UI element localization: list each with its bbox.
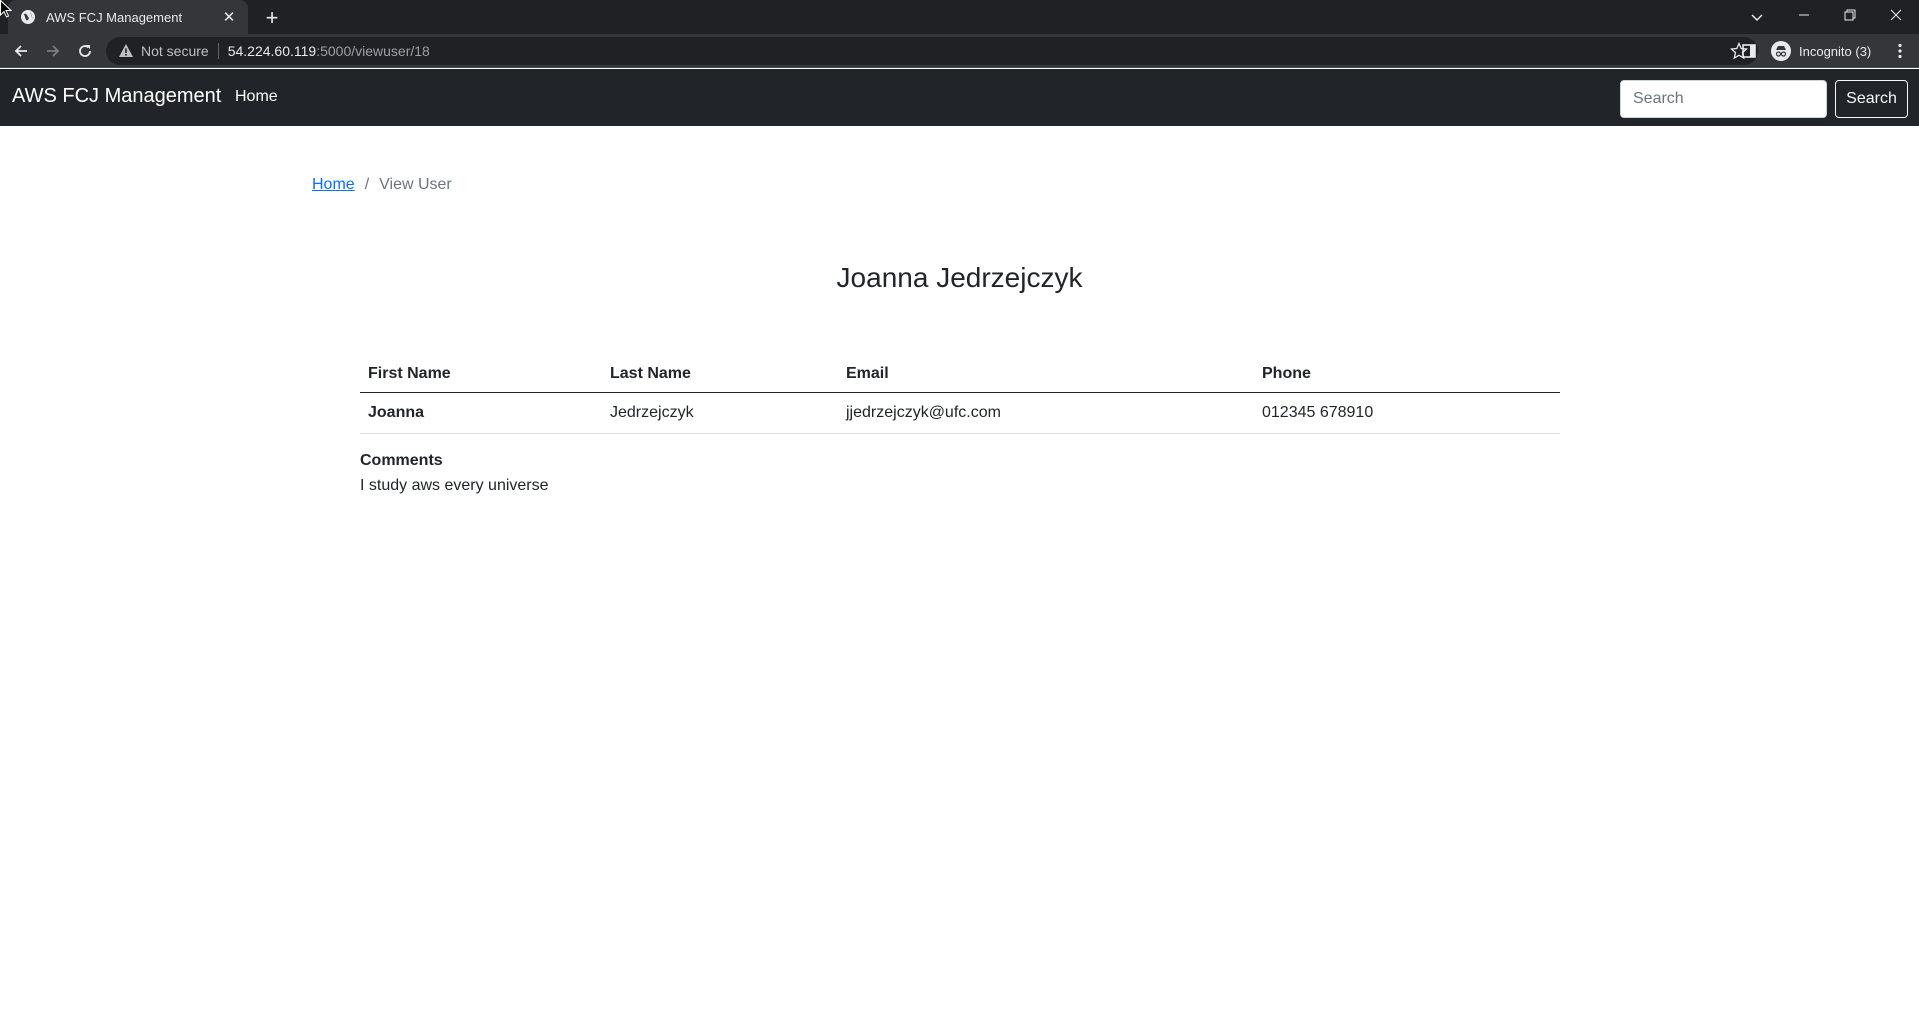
cell-phone: 012345 678910 [1254,392,1560,434]
browser-tab[interactable]: AWS FCJ Management ✕ [8,0,248,34]
browser-tab-strip: AWS FCJ Management ✕ + [0,0,1919,34]
browser-menu-icon[interactable] [1888,39,1912,63]
incognito-icon [1771,41,1791,61]
tab-title: AWS FCJ Management [46,9,183,25]
security-label[interactable]: Not secure [141,43,209,59]
profile-label: Incognito (3) [1799,43,1872,59]
window-controls [1781,0,1919,34]
comments-label: Comments [360,452,443,469]
comments-text: I study aws every universe [360,477,549,494]
new-tab-icon[interactable]: + [260,5,284,30]
cell-email: jjedrzejczyk@ufc.com [838,392,1254,434]
close-window-icon[interactable] [1873,0,1919,30]
tab-close-icon[interactable]: ✕ [220,8,238,26]
forward-arrow-icon[interactable] [41,39,65,63]
mouse-cursor-icon [0,0,12,18]
table-row: Joanna Jedrzejczyk jjedrzejczyk@ufc.com … [360,392,1560,434]
cell-first-name: Joanna [360,392,602,434]
search-button[interactable]: Search [1835,80,1908,118]
table-header-row: First Name Last Name Email Phone [360,356,1560,393]
column-header-first-name: First Name [360,356,602,393]
url-host: 54.224.60.119 [227,43,317,59]
cell-last-name: Jedrzejczyk [602,392,838,434]
tab-search-chevron-icon[interactable] [1744,4,1770,30]
navbar-brand[interactable]: AWS FCJ Management [12,85,221,108]
app-navbar: AWS FCJ Management Home Search [0,69,1919,126]
column-header-last-name: Last Name [602,356,838,393]
restore-icon[interactable] [1827,0,1873,30]
browser-toolbar: Not secure 54.224.60.119:5000/viewuser/1… [0,34,1919,68]
incognito-profile-button[interactable]: Incognito (3) [1768,38,1880,64]
breadcrumb: Home / View User [312,176,452,194]
warning-icon[interactable] [118,43,134,59]
minimize-icon[interactable] [1781,0,1827,30]
column-header-phone: Phone [1254,356,1560,393]
url-path: :5000/viewuser/18 [316,43,430,59]
breadcrumb-separator: / [364,176,370,193]
breadcrumb-current: View User [379,176,452,193]
globe-icon [21,10,35,24]
reload-icon[interactable] [73,39,97,63]
omnibox-separator [217,43,219,59]
page-title: Joanna Jedrzejczyk [836,262,1083,293]
nav-home-link[interactable]: Home [235,88,278,106]
search-input[interactable] [1620,80,1827,118]
side-panel-icon[interactable] [1737,39,1761,63]
column-header-email: Email [838,356,1254,393]
back-arrow-icon[interactable] [9,39,33,63]
breadcrumb-home-link[interactable]: Home [312,176,355,194]
user-table: First Name Last Name Email Phone Joanna … [360,356,1560,434]
address-bar[interactable]: Not secure 54.224.60.119:5000/viewuser/1… [106,37,1758,65]
